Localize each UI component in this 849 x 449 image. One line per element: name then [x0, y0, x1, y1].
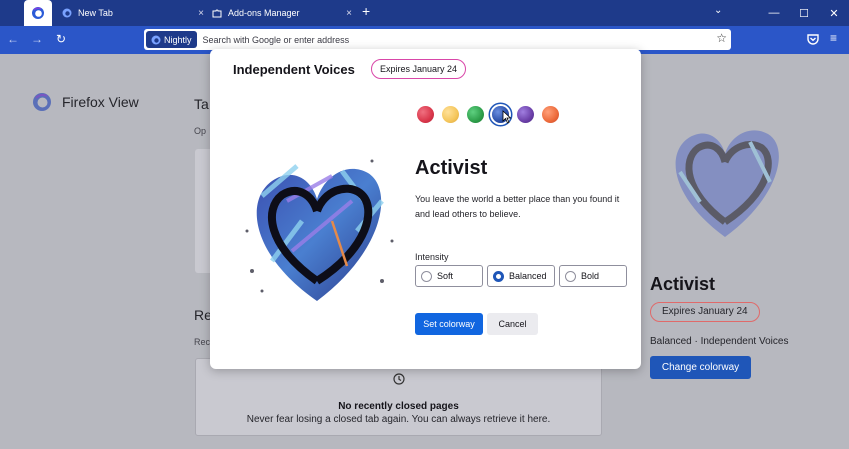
tab-label: Add-ons Manager [228, 8, 300, 18]
change-colorway-button[interactable]: Change colorway [650, 356, 751, 379]
back-button[interactable]: ← [5, 32, 21, 46]
url-bar[interactable]: Nightly Search with Google or enter addr… [144, 29, 731, 50]
identity-box[interactable]: Nightly [146, 31, 197, 48]
forward-button[interactable]: → [29, 32, 45, 46]
intensity-balanced-option[interactable]: Balanced [487, 265, 555, 287]
pocket-icon[interactable] [806, 32, 820, 46]
colorway-swatch-picker [417, 106, 567, 123]
close-tab-icon[interactable]: × [346, 8, 352, 19]
nightly-icon [151, 35, 161, 44]
intensity-label: Intensity [415, 252, 449, 262]
firefox-icon [62, 8, 72, 18]
cancel-button[interactable]: Cancel [487, 313, 538, 335]
swatch-red[interactable] [417, 106, 434, 123]
tab-pickup-heading: Ta [194, 96, 209, 112]
option-label: Balanced [509, 271, 547, 281]
tab-label: New Tab [78, 8, 113, 18]
list-all-tabs-icon[interactable]: ⌄ [714, 5, 722, 16]
radio-icon[interactable] [565, 270, 576, 282]
current-colorway-expires-badge: Expires January 24 [650, 302, 760, 322]
swatch-green[interactable] [467, 106, 484, 123]
empty-state-title: No recently closed pages [338, 401, 459, 412]
clock-icon [393, 373, 405, 385]
current-colorway-name: Activist [650, 274, 716, 294]
recently-closed-card: No recently closed pages Never fear losi… [195, 358, 602, 436]
colorway-heart-image [245, 159, 394, 301]
tab-bar: New Tab × Add-ons Manager × + ⌄ — ☐ ✕ [0, 0, 849, 26]
firefox-view-logo-icon [33, 93, 51, 111]
puzzle-icon [212, 8, 222, 18]
new-tab-button[interactable]: + [362, 3, 370, 19]
recently-closed-subtitle: Rec [194, 337, 211, 347]
firefox-view-icon [32, 7, 44, 19]
tab-addons-manager[interactable]: Add-ons Manager × [212, 2, 352, 24]
minimize-button[interactable]: — [759, 0, 789, 26]
colorway-description: You leave the world a better place than … [415, 194, 620, 219]
reload-button[interactable]: ↻ [53, 32, 69, 46]
app-menu-button[interactable]: ≡ [830, 31, 837, 45]
colorway-heart-image [675, 130, 779, 237]
modal-expires-badge: Expires January 24 [371, 59, 467, 79]
colorway-name: Activist [415, 157, 488, 179]
empty-state-description: Never fear losing a closed tab again. Yo… [246, 414, 551, 425]
close-tab-icon[interactable]: × [198, 8, 204, 19]
intensity-bold-option[interactable]: Bold [559, 265, 627, 287]
intensity-soft-option[interactable]: Soft [415, 265, 483, 287]
current-colorway-meta: Balanced · Independent Voices [650, 336, 789, 347]
firefox-view-tab[interactable] [24, 0, 52, 26]
firefox-view-title: Firefox View [62, 94, 139, 110]
option-label: Soft [437, 271, 454, 281]
set-colorway-button[interactable]: Set colorway [415, 313, 483, 335]
radio-icon[interactable] [421, 270, 432, 282]
maximize-button[interactable]: ☐ [789, 0, 819, 26]
modal-title: Independent Voices [233, 62, 355, 77]
swatch-yellow[interactable] [442, 106, 459, 123]
tab-new-tab[interactable]: New Tab × [62, 2, 204, 24]
identity-label: Nightly [164, 34, 192, 45]
colorway-modal: Independent Voices Expires January 24 Ac… [210, 49, 641, 369]
intensity-options: Soft Balanced Bold [415, 265, 631, 287]
url-input[interactable]: Search with Google or enter address [203, 35, 350, 45]
mouse-cursor-icon [502, 110, 512, 124]
bookmark-star-icon[interactable]: ☆ [716, 31, 727, 45]
close-window-button[interactable]: ✕ [819, 0, 849, 26]
radio-checked-icon[interactable] [493, 270, 504, 282]
swatch-purple[interactable] [517, 106, 534, 123]
swatch-orange[interactable] [542, 106, 559, 123]
window-controls: — ☐ ✕ [759, 0, 849, 26]
option-label: Bold [581, 271, 600, 281]
tab-pickup-subtitle: Op [194, 126, 207, 136]
